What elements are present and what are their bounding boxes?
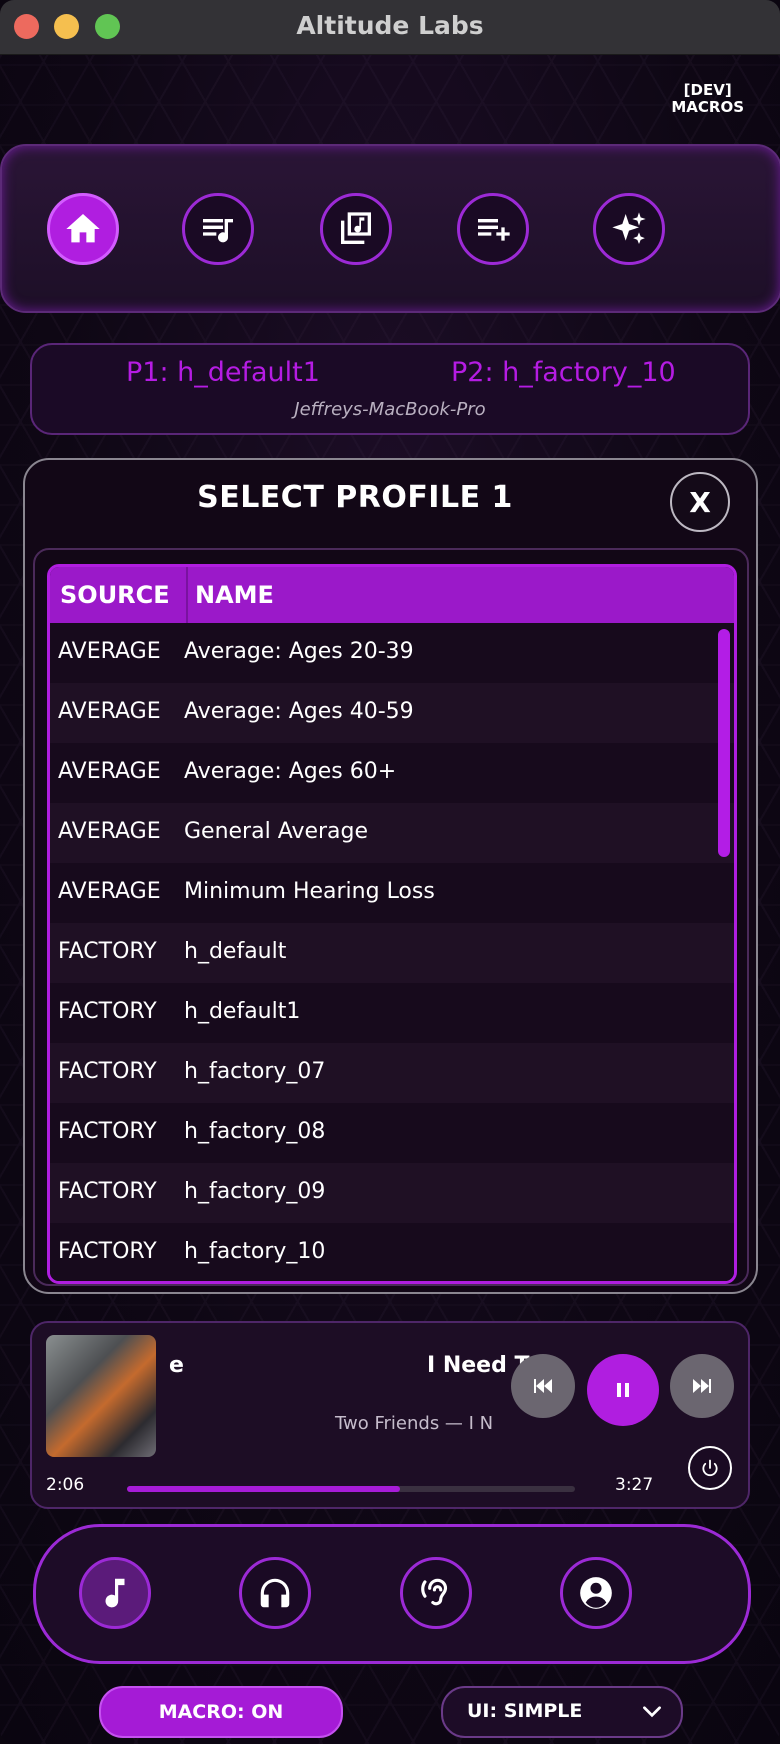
chevron-down-icon: [643, 1706, 661, 1718]
window-title: Altitude Labs: [296, 11, 484, 40]
skip-previous-icon: [534, 1379, 552, 1393]
close-icon: X: [689, 485, 711, 519]
row-name: h_factory_07: [184, 1059, 326, 1084]
ui-mode-value: UI: SIMPLE: [467, 1700, 583, 1722]
bottom-nav-music-button[interactable]: [79, 1557, 151, 1629]
playlist-add-icon: [478, 219, 510, 241]
table-scrollbar[interactable]: [718, 629, 730, 857]
row-source: FACTORY: [58, 1059, 157, 1084]
row-name: h_factory_09: [184, 1179, 326, 1204]
dialog-title: SELECT PROFILE 1: [197, 480, 513, 515]
power-icon: [702, 1459, 718, 1477]
bottom-nav: [33, 1524, 751, 1664]
table-row[interactable]: AVERAGE Average: Ages 20-39: [50, 623, 734, 683]
table-row[interactable]: AVERAGE General Average: [50, 803, 734, 863]
pause-icon: [617, 1383, 629, 1397]
table-row[interactable]: FACTORY h_factory_08: [50, 1103, 734, 1163]
account-icon: [580, 1577, 612, 1609]
row-name: Average: Ages 60+: [184, 759, 397, 784]
bottom-nav-account-button[interactable]: [560, 1557, 632, 1629]
row-source: FACTORY: [58, 1179, 157, 1204]
row-source: FACTORY: [58, 939, 157, 964]
power-button[interactable]: [688, 1446, 732, 1490]
table-row[interactable]: AVERAGE Average: Ages 60+: [50, 743, 734, 803]
table-row[interactable]: FACTORY h_default: [50, 923, 734, 983]
playlist-music-icon: [203, 219, 233, 243]
dialog-close-button[interactable]: X: [670, 472, 730, 532]
table-row[interactable]: FACTORY h_factory_09: [50, 1163, 734, 1223]
row-name: Average: Ages 40-59: [184, 699, 414, 724]
table-header: SOURCE NAME: [50, 567, 734, 623]
nav-effects-button[interactable]: [593, 193, 665, 265]
nav-add-playlist-button[interactable]: [457, 193, 529, 265]
row-name: h_default1: [184, 999, 301, 1024]
dev-macros-line1: [DEV]: [683, 81, 732, 99]
dev-macros-line2: MACROS: [671, 98, 744, 116]
row-name: Average: Ages 20-39: [184, 639, 414, 664]
music-note-icon: [105, 1578, 125, 1608]
nav-library-button[interactable]: [320, 193, 392, 265]
table-row[interactable]: FACTORY h_factory_07: [50, 1043, 734, 1103]
table-body: AVERAGE Average: Ages 20-39 AVERAGE Average…: [50, 623, 734, 1281]
row-name: h_factory_10: [184, 1239, 326, 1264]
row-source: FACTORY: [58, 999, 157, 1024]
column-header-name[interactable]: NAME: [195, 581, 274, 609]
headphones-icon: [260, 1578, 290, 1608]
table-row[interactable]: AVERAGE Minimum Hearing Loss: [50, 863, 734, 923]
elapsed-time: 2:06: [46, 1475, 85, 1495]
song-artist: Two Friends — I N: [335, 1413, 494, 1434]
row-name: h_default: [184, 939, 287, 964]
next-button[interactable]: [670, 1354, 734, 1418]
profile-2-label[interactable]: P2: h_factory_10: [451, 357, 676, 388]
macro-toggle-button[interactable]: MACRO: ON: [99, 1686, 343, 1738]
row-name: Minimum Hearing Loss: [184, 879, 435, 904]
nav-playlists-button[interactable]: [182, 193, 254, 265]
row-source: AVERAGE: [58, 819, 161, 844]
skip-next-icon: [693, 1379, 711, 1393]
duration-time: 3:27: [615, 1475, 654, 1495]
ui-mode-select[interactable]: UI: SIMPLE: [441, 1686, 683, 1738]
title-bar: Altitude Labs: [0, 0, 780, 55]
row-name: h_factory_08: [184, 1119, 326, 1144]
table-row[interactable]: AVERAGE Average: Ages 40-59: [50, 683, 734, 743]
top-nav: [0, 144, 780, 313]
now-playing-bar: e I Need T Two Friends — I N 2:06 3:27: [30, 1321, 750, 1509]
row-source: AVERAGE: [58, 699, 161, 724]
profile-table: SOURCE NAME AVERAGE Average: Ages 20-39 AV…: [47, 564, 737, 1284]
table-row[interactable]: FACTORY h_factory_10: [50, 1223, 734, 1281]
column-header-source[interactable]: SOURCE: [60, 581, 170, 609]
home-icon: [66, 214, 100, 243]
row-source: FACTORY: [58, 1239, 157, 1264]
song-title-scroll-fragment: e: [169, 1353, 184, 1378]
host-name: Jeffreys-MacBook-Pro: [294, 399, 486, 420]
row-source: AVERAGE: [58, 759, 161, 784]
profile-bar: P1: h_default1 P2: h_factory_10 Jeffreys…: [30, 343, 750, 435]
column-divider[interactable]: [186, 567, 188, 623]
library-music-icon: [341, 212, 371, 244]
sparkles-icon: [612, 212, 646, 244]
previous-button[interactable]: [511, 1354, 575, 1418]
row-source: AVERAGE: [58, 879, 161, 904]
select-profile-dialog: SELECT PROFILE 1 X SOURCE NAME AVERAGE Av…: [23, 458, 758, 1294]
dev-macros-link[interactable]: [DEV] MACROS: [671, 82, 744, 116]
app-window: Altitude Labs [DEV] MACROS P1: h_default…: [0, 0, 780, 1744]
bottom-nav-headphones-button[interactable]: [239, 1557, 311, 1629]
profile-table-frame: SOURCE NAME AVERAGE Average: Ages 20-39 AV…: [33, 548, 749, 1286]
hearing-icon: [421, 1578, 448, 1606]
row-source: AVERAGE: [58, 639, 161, 664]
bottom-nav-hearing-button[interactable]: [400, 1557, 472, 1629]
row-source: FACTORY: [58, 1119, 157, 1144]
album-art[interactable]: [46, 1335, 156, 1457]
progress-fill: [127, 1486, 401, 1492]
table-row[interactable]: FACTORY h_default1: [50, 983, 734, 1043]
nav-home-button[interactable]: [47, 193, 119, 265]
profile-1-label[interactable]: P1: h_default1: [126, 357, 320, 388]
pause-button[interactable]: [587, 1354, 659, 1426]
progress-track[interactable]: [127, 1486, 575, 1492]
row-name: General Average: [184, 819, 369, 844]
